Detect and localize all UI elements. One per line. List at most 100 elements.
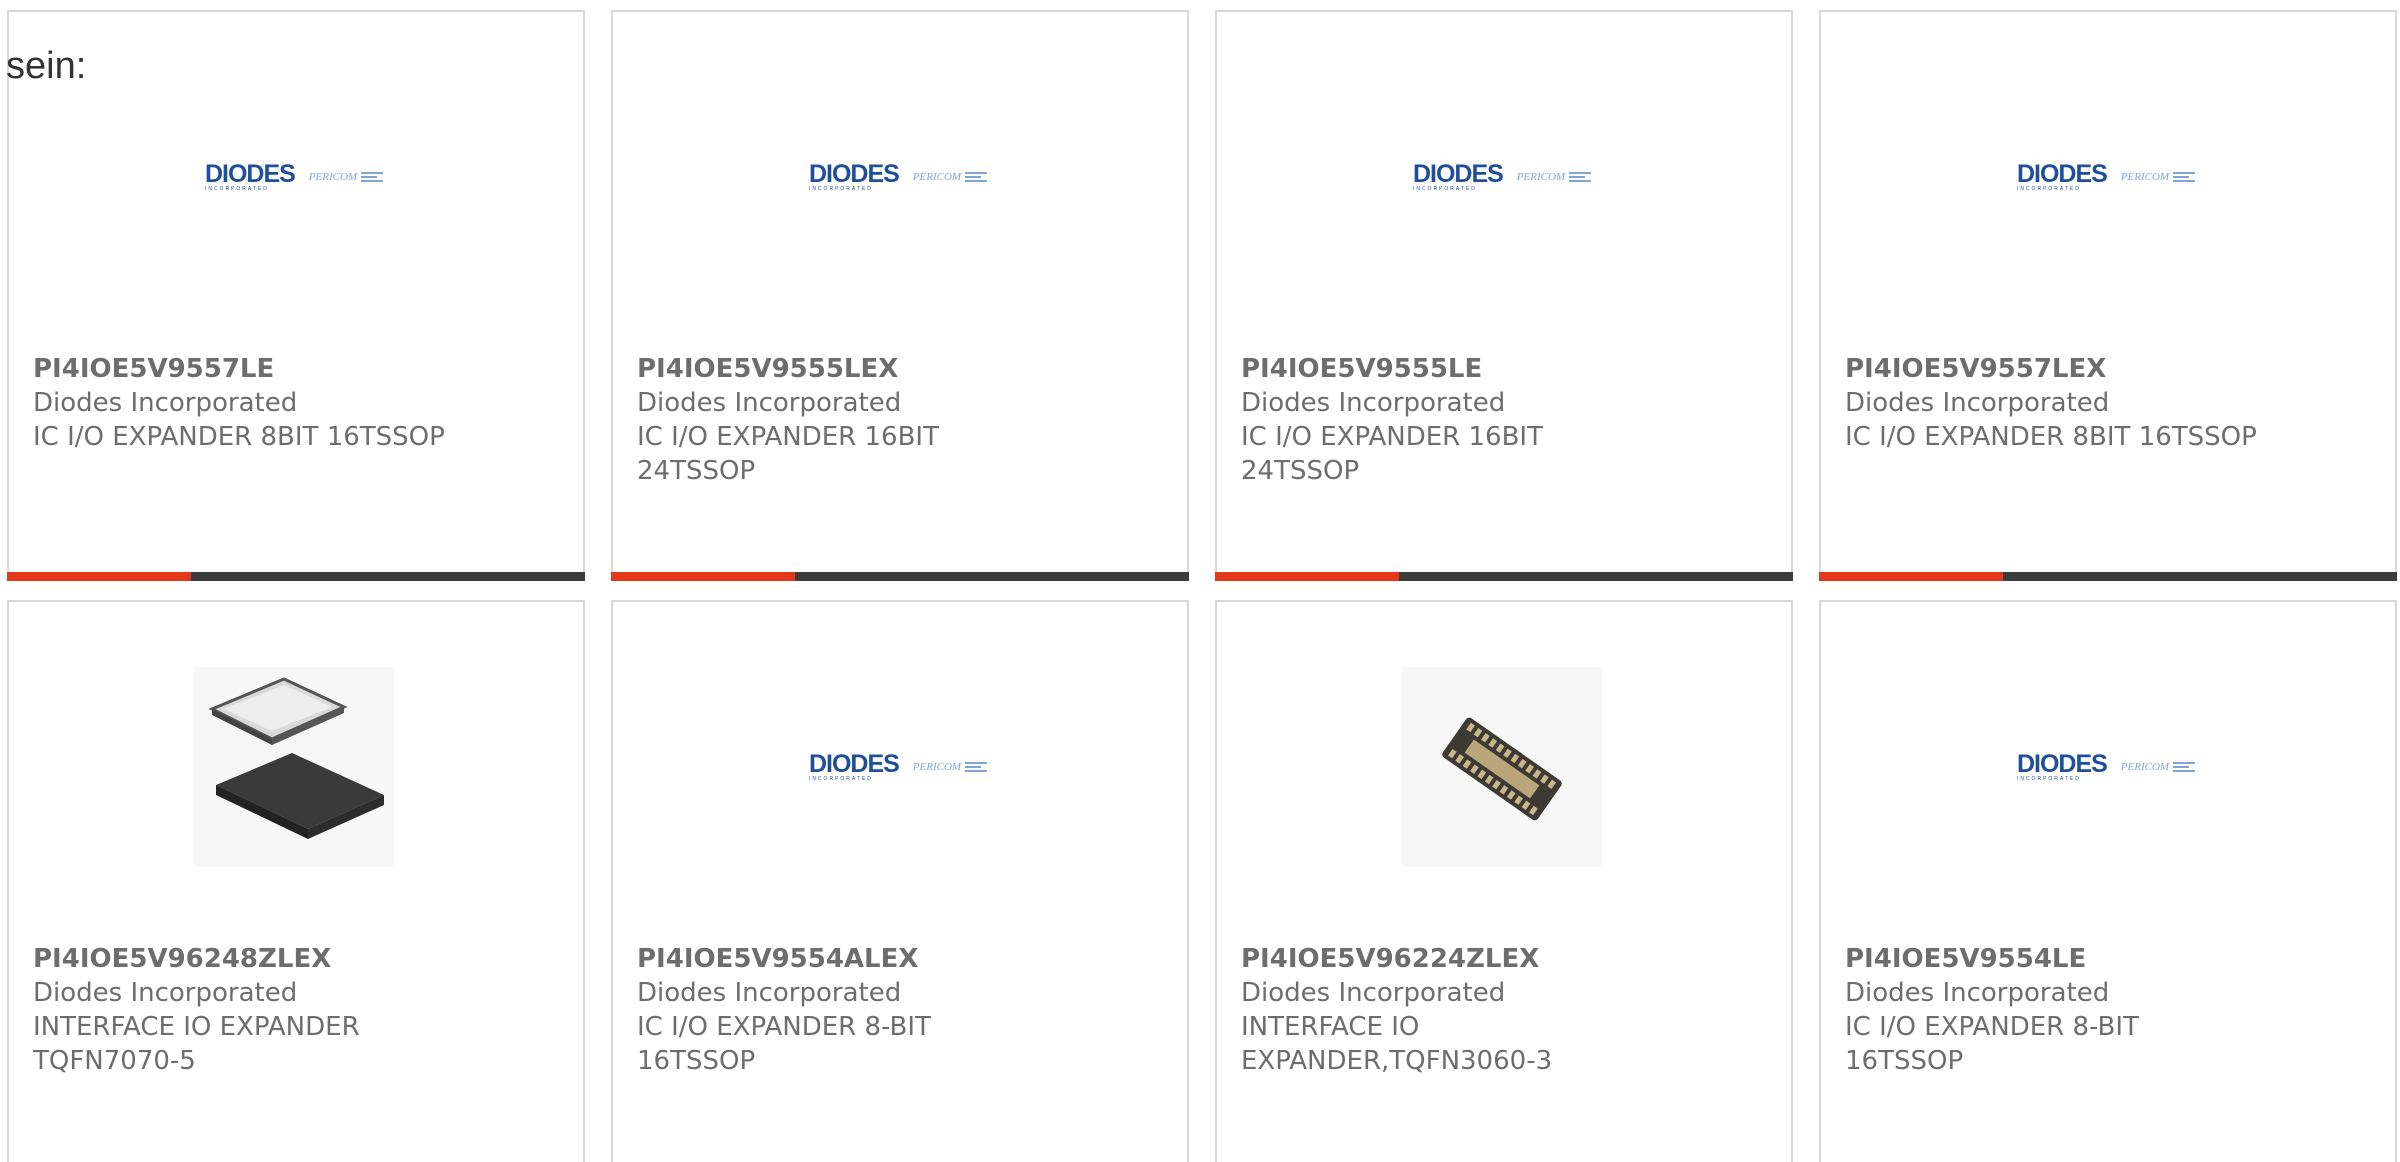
description-line: TQFN7070-5 (33, 1046, 196, 1076)
product-info: PI4IOE5V9555LE Diodes Incorporated IC I/O … (1241, 352, 1661, 488)
product-card[interactable]: DIODES INCORPORATED PERICOM PI4IOE5V9554LE D… (1819, 600, 2397, 1162)
part-number-link[interactable]: PI4IOE5V9555LEX (637, 352, 1057, 386)
diodes-logo-subtext: INCORPORATED (2016, 776, 2081, 782)
manufacturer: Diodes Incorporated (1845, 978, 2110, 1008)
pericom-logo-text: PERICOM (2120, 171, 2170, 183)
product-image[interactable]: DIODES INCORPORATED PERICOM (798, 667, 998, 867)
accent-bar-segment (1819, 572, 2003, 581)
product-card[interactable]: PI4IOE5V96224ZLEX Diodes Incorporated INTE… (1215, 600, 1793, 1162)
diodes-logo-text: DIODES (2016, 750, 2108, 778)
diodes-logo-text: DIODES (1412, 160, 1504, 188)
pericom-logo-lines (965, 762, 988, 772)
part-number-link[interactable]: PI4IOE5V9557LEX (1845, 352, 2265, 386)
diodes-logo-subtext: INCORPORATED (808, 776, 873, 782)
product-image[interactable]: DIODES INCORPORATED PERICOM (2006, 667, 2206, 867)
description-line: EXPANDER,TQFN3060-3 (1241, 1046, 1553, 1076)
card-accent-bar (1215, 572, 1793, 581)
dark-bar-segment (191, 572, 585, 581)
product-image[interactable]: DIODES INCORPORATED PERICOM (798, 77, 998, 277)
description-line: IC I/O EXPANDER 8-BIT 16TSSOP (637, 1012, 931, 1076)
product-card[interactable]: DIODES INCORPORATED PERICOM PI4IOE5V9557LEX… (1819, 10, 2397, 581)
description-line: IC I/O EXPANDER 16BIT (1241, 422, 1543, 452)
small-qfn-chip-photo (1402, 667, 1602, 867)
pericom-logo-text: PERICOM (308, 171, 358, 183)
product-info: PI4IOE5V9557LEX Diodes Incorporated IC I/O… (1845, 352, 2265, 454)
diodes-logo-subtext: INCORPORATED (1412, 186, 1477, 192)
manufacturer: Diodes Incorporated (33, 388, 298, 418)
card-accent-bar (1819, 572, 2397, 581)
part-number-link[interactable]: PI4IOE5V9557LE (33, 352, 453, 386)
diodes-logo-subtext: INCORPORATED (808, 186, 873, 192)
part-number-link[interactable]: PI4IOE5V96248ZLEX (33, 942, 453, 976)
product-card[interactable]: DIODES INCORPORATED PERICOM PI4IOE5V9557LE D… (7, 10, 585, 581)
qfn-chip-photo (194, 667, 394, 867)
diodes-logo-text: DIODES (204, 160, 296, 188)
pericom-logo: PERICOM (2120, 761, 2196, 773)
card-accent-bar (611, 572, 1189, 581)
diodes-pericom-logo: DIODES INCORPORATED PERICOM (2016, 160, 2196, 193)
manufacturer: Diodes Incorporated (637, 388, 902, 418)
manufacturer: Diodes Incorporated (1845, 388, 2110, 418)
diodes-logo-subtext: INCORPORATED (2016, 186, 2081, 192)
part-number-link[interactable]: PI4IOE5V9554LE (1845, 942, 2265, 976)
product-card[interactable]: PI4IOE5V96248ZLEX Diodes Incorporated INTE… (7, 600, 585, 1162)
part-number-link[interactable]: PI4IOE5V96224ZLEX (1241, 942, 1661, 976)
diodes-pericom-logo: DIODES INCORPORATED PERICOM (204, 160, 384, 193)
product-info: PI4IOE5V9554LE Diodes Incorporated IC I/O … (1845, 942, 2265, 1078)
dark-bar-segment (2003, 572, 2397, 581)
card-accent-bar (7, 572, 585, 581)
dark-bar-segment (1399, 572, 1793, 581)
diodes-pericom-logo: DIODES INCORPORATED PERICOM (808, 160, 988, 193)
pericom-logo-lines (1569, 172, 1592, 182)
product-image[interactable]: DIODES INCORPORATED PERICOM (194, 77, 394, 277)
diodes-logo-subtext: INCORPORATED (204, 186, 269, 192)
accent-bar-segment (7, 572, 191, 581)
pericom-logo-text: PERICOM (912, 761, 962, 773)
pericom-logo: PERICOM (308, 171, 384, 183)
product-info: PI4IOE5V96224ZLEX Diodes Incorporated INTE… (1241, 942, 1661, 1078)
diodes-logo: DIODES INCORPORATED (808, 160, 900, 193)
manufacturer: Diodes Incorporated (1241, 978, 1506, 1008)
description-line: IC I/O EXPANDER 8-BIT 16TSSOP (1845, 1012, 2139, 1076)
diodes-logo: DIODES INCORPORATED (2016, 160, 2108, 193)
diodes-pericom-logo: DIODES INCORPORATED PERICOM (808, 750, 988, 782)
pericom-logo: PERICOM (1516, 171, 1592, 183)
description-line: INTERFACE IO EXPANDER (33, 1012, 360, 1042)
pericom-logo-lines (965, 172, 988, 182)
diodes-logo-text: DIODES (808, 160, 900, 188)
product-image[interactable] (194, 667, 394, 867)
product-info: PI4IOE5V9557LE Diodes Incorporated IC I/O … (33, 352, 453, 454)
product-image[interactable] (1402, 667, 1602, 867)
product-grid: DIODES INCORPORATED PERICOM PI4IOE5V9557LE D… (7, 10, 2400, 1162)
description-line: INTERFACE IO (1241, 1012, 1420, 1042)
manufacturer: Diodes Incorporated (1241, 388, 1506, 418)
description-line: IC I/O EXPANDER 16BIT (637, 422, 939, 452)
description-line: IC I/O EXPANDER 8BIT 16TSSOP (33, 422, 445, 452)
dark-bar-segment (795, 572, 1189, 581)
product-card[interactable]: DIODES INCORPORATED PERICOM PI4IOE5V9555LEX… (611, 10, 1189, 581)
diodes-logo-text: DIODES (2016, 160, 2108, 188)
pericom-logo: PERICOM (2120, 171, 2196, 183)
accent-bar-segment (611, 572, 795, 581)
product-card[interactable]: DIODES INCORPORATED PERICOM PI4IOE5V9554ALE… (611, 600, 1189, 1162)
product-image[interactable]: DIODES INCORPORATED PERICOM (1402, 77, 1602, 277)
diodes-logo: DIODES INCORPORATED (2016, 750, 2108, 783)
pericom-logo: PERICOM (912, 761, 988, 773)
part-number-link[interactable]: PI4IOE5V9554ALEX (637, 942, 1057, 976)
description-line: IC I/O EXPANDER 8BIT 16TSSOP (1845, 422, 2257, 452)
diodes-logo-text: DIODES (808, 750, 900, 778)
pericom-logo-lines (2173, 762, 2196, 772)
diodes-pericom-logo: DIODES INCORPORATED PERICOM (2016, 750, 2196, 783)
part-number-link[interactable]: PI4IOE5V9555LE (1241, 352, 1661, 386)
product-info: PI4IOE5V96248ZLEX Diodes Incorporated INTE… (33, 942, 453, 1078)
description-line: 24TSSOP (637, 456, 756, 486)
accent-bar-segment (1215, 572, 1399, 581)
diodes-pericom-logo: DIODES INCORPORATED PERICOM (1412, 160, 1592, 192)
product-card[interactable]: DIODES INCORPORATED PERICOM PI4IOE5V9555LE D… (1215, 10, 1793, 581)
diodes-logo: DIODES INCORPORATED (204, 160, 296, 193)
pericom-logo-text: PERICOM (2120, 761, 2170, 773)
product-info: PI4IOE5V9555LEX Diodes Incorporated IC I/O… (637, 352, 1057, 488)
pericom-logo: PERICOM (913, 171, 988, 183)
product-image[interactable]: DIODES INCORPORATED PERICOM (2006, 77, 2206, 277)
pericom-logo-text: PERICOM (1516, 171, 1566, 183)
